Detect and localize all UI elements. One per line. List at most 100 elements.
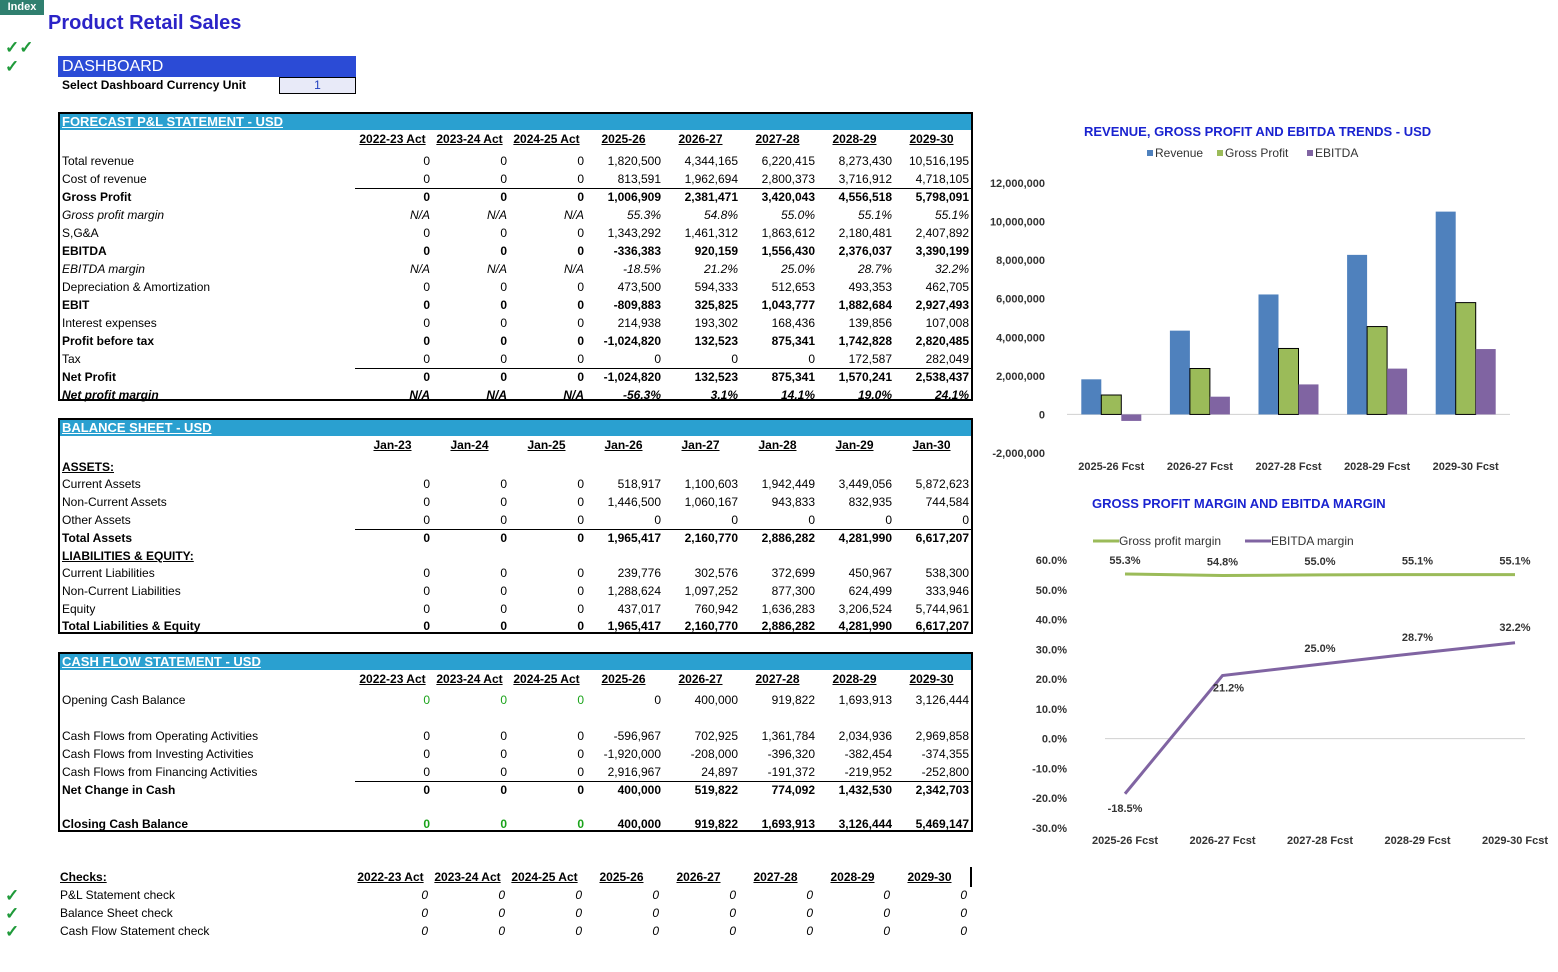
value-cell: 19.0% [857, 388, 892, 402]
y-tick-label: 50.0% [1036, 585, 1067, 597]
column-header: 2026-27 [676, 870, 721, 884]
value-cell: 282,049 [925, 352, 969, 366]
value-cell: 3.1% [710, 388, 738, 402]
row-label: Cost of revenue [62, 172, 147, 186]
value-cell: 0 [423, 352, 430, 366]
bar [1081, 379, 1102, 415]
column-header: 2022-23 Act [359, 132, 426, 146]
value-cell: -396,320 [767, 747, 815, 761]
legend-label: EBITDA margin [1271, 534, 1354, 548]
check-value-cell: 0 [421, 906, 428, 920]
check-icon: ✓ [5, 57, 20, 76]
column-header: 2027-28 [753, 870, 798, 884]
value-cell: 0 [577, 584, 584, 598]
data-label: 25.0% [1304, 643, 1335, 655]
page-title: Product Retail Sales [48, 12, 242, 34]
y-tick-label: 0 [1039, 409, 1045, 421]
row-label: EBITDA margin [62, 262, 145, 276]
row-label: EBIT [62, 298, 90, 312]
y-tick-label: 60.0% [1036, 555, 1067, 567]
value-cell: 3,126,444 [838, 817, 892, 831]
value-cell: 0 [500, 602, 507, 616]
y-tick-label: 30.0% [1036, 644, 1067, 656]
value-cell: 0 [577, 154, 584, 168]
y-tick-label: 6,000,000 [996, 294, 1045, 306]
data-label: 55.3% [1109, 555, 1140, 567]
value-cell: 1,882,684 [838, 298, 892, 312]
legend-label: Gross Profit [1225, 146, 1289, 160]
value-cell: 2,034,936 [838, 729, 892, 743]
value-cell: 0 [423, 513, 430, 527]
x-tick-label: 2025-26 Fcst [1092, 835, 1158, 847]
value-cell: -1,920,000 [603, 747, 661, 761]
row-label: Tax [62, 352, 81, 366]
value-cell: 518,917 [617, 477, 661, 491]
currency-unit-input[interactable]: 1 [279, 77, 356, 94]
value-cell: 0 [577, 747, 584, 761]
bs-row: Other Assets 0 0 0 0 0 0 0 0 [60, 511, 971, 529]
legend-swatch [1217, 150, 1223, 156]
column-header: 2029-30 [909, 672, 954, 686]
value-cell: 5,872,623 [915, 477, 969, 491]
column-header: Jan-25 [527, 438, 566, 452]
value-cell: 2,381,471 [684, 190, 738, 204]
value-cell: 0 [500, 280, 507, 294]
column-header: 2027-28 [755, 132, 800, 146]
value-cell: 54.8% [703, 208, 738, 222]
cf-row: Cash Flows from Operating Activities 0 0 0 -… [60, 727, 971, 745]
check-value-cell: 0 [498, 888, 505, 902]
row-label: Equity [62, 602, 96, 616]
value-cell: 2,969,858 [915, 729, 969, 743]
value-cell: 24,897 [701, 765, 738, 779]
pl-row: EBIT 0 0 0 -809,883 325,825 1,043,777 1,882,684… [60, 296, 971, 314]
check-value-cell: 0 [883, 888, 890, 902]
value-cell: 0 [423, 172, 430, 186]
value-cell: 0 [577, 316, 584, 330]
value-cell: 875,341 [771, 334, 815, 348]
pl-row: Gross Profit 0 0 0 1,006,909 2,381,471 3,420,0… [60, 188, 971, 206]
value-cell: 0 [731, 513, 738, 527]
bar [1298, 384, 1319, 415]
bs-row: ASSETS: [60, 458, 971, 476]
value-cell: 0 [577, 566, 584, 580]
value-cell: 0 [654, 693, 661, 707]
value-cell: -336,383 [613, 244, 661, 258]
value-cell: 0 [577, 531, 584, 545]
bs-row: Non-Current Liabilities 0 0 0 1,288,624 1,097… [60, 582, 971, 600]
column-header: 2029-30 [907, 870, 952, 884]
value-cell: 1,863,612 [761, 226, 815, 240]
index-button[interactable]: Index [0, 0, 44, 15]
row-label: Gross profit margin [62, 208, 165, 222]
value-cell: 0 [577, 783, 584, 797]
value-cell: 1,556,430 [761, 244, 815, 258]
value-cell: 25.0% [780, 262, 815, 276]
row-label: Closing Cash Balance [62, 817, 189, 831]
check-value-cell: 0 [960, 924, 967, 938]
y-tick-label: 2,000,000 [996, 371, 1045, 383]
value-cell: 0 [500, 334, 507, 348]
value-cell: 0 [500, 619, 507, 633]
value-cell: 2,800,373 [761, 172, 815, 186]
column-header-row: 2022-23 Act 2023-24 Act 2024-25 Act 2025-26… [60, 130, 971, 148]
cf-header: CASH FLOW STATEMENT - USD [60, 654, 971, 670]
value-cell: 0 [577, 298, 584, 312]
y-tick-label: 0.0% [1042, 734, 1067, 746]
value-cell: 0 [577, 765, 584, 779]
value-cell: 1,446,500 [607, 495, 661, 509]
value-cell: 3,390,199 [915, 244, 969, 258]
value-cell: 1,742,828 [838, 334, 892, 348]
bs-row: LIABILITIES & EQUITY: [60, 547, 971, 565]
pl-row: EBITDA margin N/A N/A N/A -18.5% 21.2% 25.0% 28… [60, 260, 971, 278]
value-cell: 2,927,493 [915, 298, 969, 312]
row-label: Non-Current Assets [62, 495, 167, 509]
value-cell: 0 [577, 226, 584, 240]
value-cell: 0 [577, 817, 584, 831]
check-value-cell: 0 [575, 888, 582, 902]
value-cell: 919,822 [694, 817, 738, 831]
bs-row: Equity 0 0 0 437,017 760,942 1,636,283 3,206,52… [60, 600, 971, 618]
pl-row: Net profit margin N/A N/A N/A -56.3% 3.1% 14.1… [60, 386, 971, 404]
value-cell: 0 [500, 477, 507, 491]
value-cell: 28.7% [857, 262, 892, 276]
checks-section: Checks: 2022-23 Act 2023-24 Act 2024-25 Act… [58, 866, 973, 946]
x-tick-label: 2026-27 Fcst [1167, 461, 1233, 473]
